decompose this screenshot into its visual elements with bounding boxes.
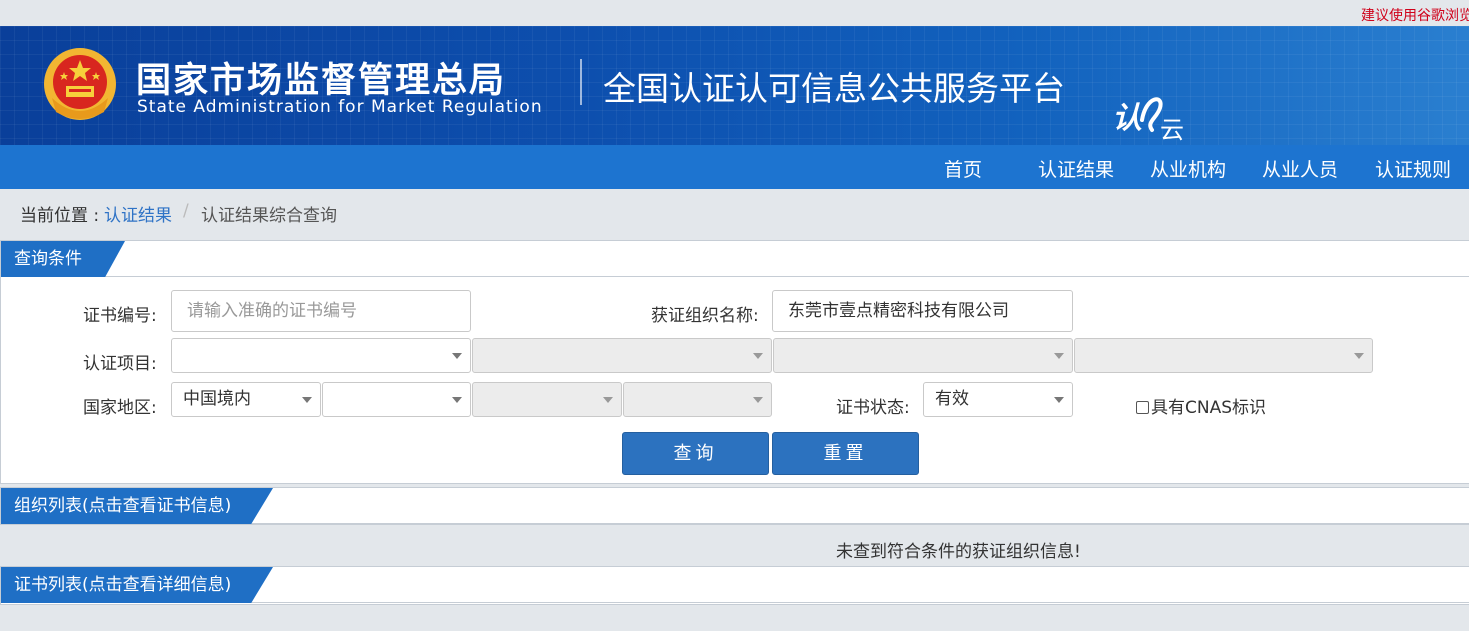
project-select-3 bbox=[773, 338, 1073, 373]
browser-notice: 建议使用谷歌浏览器 bbox=[1361, 8, 1469, 24]
svg-text:认: 认 bbox=[1112, 101, 1142, 136]
project-select-4 bbox=[1074, 338, 1373, 373]
project-select-1[interactable] bbox=[171, 338, 471, 373]
national-emblem-icon bbox=[44, 48, 116, 120]
cert-list-header: 证书列表(点击查看详细信息) bbox=[1, 567, 1469, 603]
status-select[interactable]: 有效 bbox=[923, 382, 1073, 417]
search-button[interactable]: 查询 bbox=[622, 432, 769, 475]
nav-item-institutions[interactable]: 从业机构 bbox=[1150, 155, 1226, 182]
region-country-select[interactable]: 中国境内 bbox=[171, 382, 321, 417]
query-tab: 查询条件 bbox=[1, 241, 125, 277]
breadcrumb: 当前位置 : 认证结果 / 认证结果综合查询 bbox=[0, 189, 1469, 233]
region-city-select bbox=[472, 382, 622, 417]
header-divider bbox=[580, 59, 582, 105]
cert-list-panel: 证书列表(点击查看详细信息) bbox=[0, 566, 1469, 605]
checkbox-icon[interactable] bbox=[1136, 401, 1149, 414]
nav-item-home[interactable]: 首页 bbox=[944, 155, 982, 182]
chevron-down-icon bbox=[302, 397, 312, 403]
org-name-input[interactable]: 东莞市壹点精密科技有限公司 bbox=[772, 290, 1073, 332]
chevron-down-icon bbox=[452, 353, 462, 359]
status-label: 证书状态: bbox=[836, 398, 910, 418]
cnas-label: 具有CNAS标识 bbox=[1151, 398, 1267, 418]
breadcrumb-link[interactable]: 认证结果 bbox=[104, 201, 172, 226]
chevron-down-icon bbox=[1354, 353, 1364, 359]
cnas-checkbox[interactable]: 具有CNAS标识 bbox=[1136, 393, 1266, 418]
query-panel-header: 查询条件 bbox=[1, 241, 1469, 277]
query-panel: 查询条件 证书编号: 请输入准确的证书编号 获证组织名称: 东莞市壹点精密科技有… bbox=[0, 240, 1469, 484]
cert-list-tab: 证书列表(点击查看详细信息) bbox=[1, 567, 273, 603]
top-bar: 建议使用谷歌浏览器 bbox=[0, 0, 1469, 26]
chevron-down-icon bbox=[1054, 353, 1064, 359]
platform-title: 全国认证认可信息公共服务平台 bbox=[603, 69, 1065, 108]
project-label: 认证项目: bbox=[83, 354, 157, 374]
project-select-2 bbox=[472, 338, 772, 373]
region-label: 国家地区: bbox=[83, 398, 157, 418]
breadcrumb-current: 认证结果综合查询 bbox=[201, 206, 337, 226]
region-country-value: 中国境内 bbox=[183, 389, 251, 409]
agency-name-cn: 国家市场监督管理总局 bbox=[136, 61, 507, 101]
chevron-down-icon bbox=[753, 397, 763, 403]
svg-text:云: 云 bbox=[1160, 116, 1184, 144]
region-province-select[interactable] bbox=[322, 382, 471, 417]
cert-no-input[interactable]: 请输入准确的证书编号 bbox=[171, 290, 471, 332]
cert-no-label: 证书编号: bbox=[83, 306, 157, 326]
org-list-header: 组织列表(点击查看证书信息) bbox=[1, 488, 1469, 524]
nav-item-cert-results[interactable]: 认证结果 bbox=[1038, 155, 1114, 182]
chevron-down-icon bbox=[452, 397, 462, 403]
reset-button[interactable]: 重置 bbox=[772, 432, 919, 475]
region-district-select bbox=[623, 382, 772, 417]
nav-item-practitioners[interactable]: 从业人员 bbox=[1262, 155, 1338, 182]
main-nav: 首页 认证结果 从业机构 从业人员 认证规则 bbox=[0, 145, 1469, 189]
agency-name-en: State Administration for Market Regulati… bbox=[137, 97, 543, 117]
chevron-down-icon bbox=[1054, 397, 1064, 403]
org-list-panel: 组织列表(点击查看证书信息) bbox=[0, 487, 1469, 525]
chevron-down-icon bbox=[753, 353, 763, 359]
org-empty-message: 未查到符合条件的获证组织信息! bbox=[836, 542, 1081, 562]
renyun-logo-icon: 认 云 bbox=[1112, 97, 1184, 144]
breadcrumb-label: 当前位置 : bbox=[20, 206, 100, 226]
status-value: 有效 bbox=[935, 389, 969, 409]
nav-item-cert-rules[interactable]: 认证规则 bbox=[1375, 155, 1451, 182]
org-name-label: 获证组织名称: bbox=[651, 306, 759, 326]
org-list-tab: 组织列表(点击查看证书信息) bbox=[1, 488, 273, 524]
header-banner: 国家市场监督管理总局 State Administration for Mark… bbox=[0, 26, 1469, 145]
breadcrumb-separator: / bbox=[183, 201, 189, 221]
chevron-down-icon bbox=[603, 397, 613, 403]
